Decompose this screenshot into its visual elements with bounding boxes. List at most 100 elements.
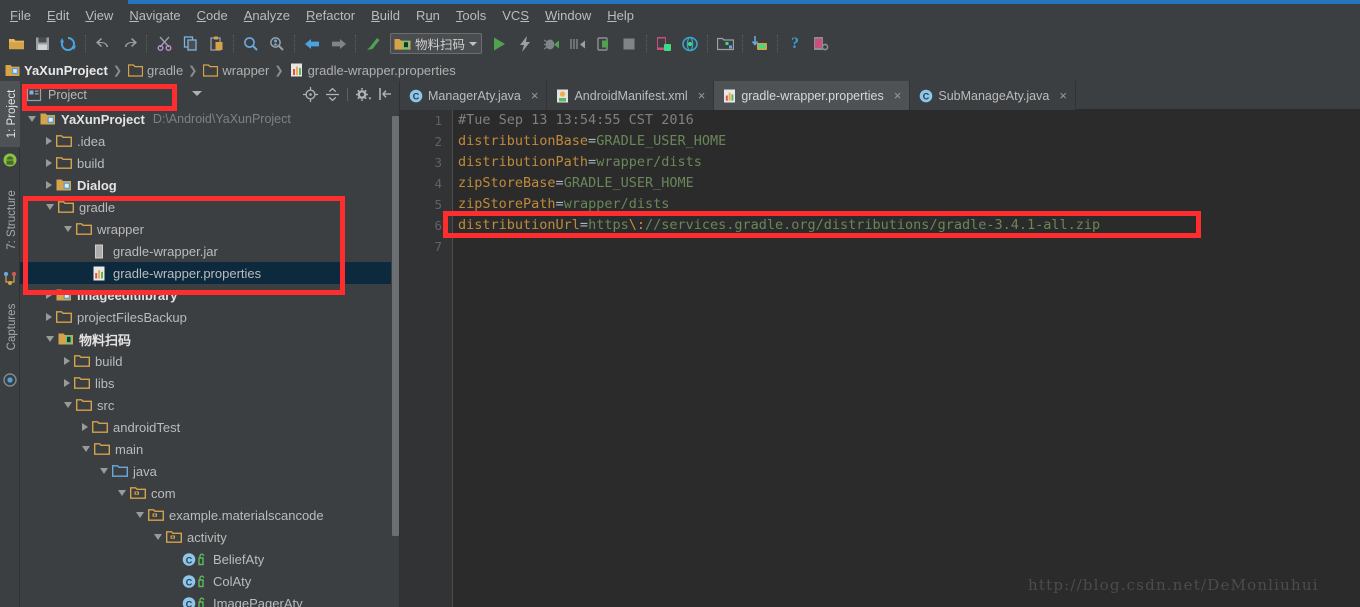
chevron-right-icon[interactable]: [64, 357, 70, 365]
code-line[interactable]: zipStorePath=wrapper/dists: [458, 194, 1360, 215]
step-icon[interactable]: [564, 31, 590, 56]
editor-tab-submanageaty-java[interactable]: C SubManageAty.java ×: [910, 81, 1076, 110]
tree-row[interactable]: projectFilesBackup: [20, 306, 400, 328]
chevron-down-icon[interactable]: [46, 336, 54, 342]
tree-row[interactable]: 物料扫码: [20, 328, 400, 350]
breadcrumb-item-yaxunproject[interactable]: YaXunProject: [5, 63, 108, 78]
code-line[interactable]: #Tue Sep 13 13:54:55 CST 2016: [458, 110, 1360, 131]
locate-icon[interactable]: [300, 84, 320, 104]
chevron-down-icon[interactable]: [469, 41, 478, 46]
attach-debugger-icon[interactable]: [590, 31, 616, 56]
tree-row[interactable]: C BeliefAty: [20, 548, 400, 570]
close-icon[interactable]: ×: [531, 89, 539, 102]
tree-row[interactable]: build: [20, 350, 400, 372]
close-icon[interactable]: ×: [1059, 89, 1067, 102]
tree-row[interactable]: imageeditlibrary: [20, 284, 400, 306]
tree-row[interactable]: gradle: [20, 196, 400, 218]
menu-item-run[interactable]: Run: [408, 5, 448, 27]
chevron-down-icon[interactable]: [82, 446, 90, 452]
code-line[interactable]: distributionUrl=https\://services.gradle…: [458, 215, 1360, 236]
chevron-down-icon[interactable]: [154, 534, 162, 540]
tree-row[interactable]: Dialog: [20, 174, 400, 196]
find-icon[interactable]: [238, 31, 264, 56]
chevron-down-icon[interactable]: [28, 116, 36, 122]
chevron-right-icon[interactable]: [46, 137, 52, 145]
menu-item-analyze[interactable]: Analyze: [236, 5, 298, 27]
scrollbar-thumb[interactable]: [392, 116, 399, 536]
close-icon[interactable]: ×: [894, 89, 902, 102]
chevron-right-icon[interactable]: [46, 181, 52, 189]
menu-item-code[interactable]: Code: [189, 5, 236, 27]
code-lines[interactable]: #Tue Sep 13 13:54:55 CST 2016 distributio…: [458, 110, 1360, 607]
menu-item-refactor[interactable]: Refactor: [298, 5, 363, 27]
tree-row-selected[interactable]: gradle-wrapper.properties: [20, 262, 400, 284]
menu-item-vcs[interactable]: VCS: [494, 5, 537, 27]
menu-item-navigate[interactable]: Navigate: [121, 5, 188, 27]
tool-window-project[interactable]: 1: Project: [6, 74, 18, 154]
close-icon[interactable]: ×: [698, 89, 706, 102]
tree-row[interactable]: com: [20, 482, 400, 504]
breadcrumb-item-gradle[interactable]: gradle: [128, 63, 183, 78]
code-line[interactable]: distributionBase=GRADLE_USER_HOME: [458, 131, 1360, 152]
find-structure-icon[interactable]: [264, 31, 290, 56]
menu-item-build[interactable]: Build: [363, 5, 408, 27]
paste-icon[interactable]: [203, 31, 229, 56]
collapse-all-icon[interactable]: [322, 84, 342, 104]
forward-icon[interactable]: [325, 31, 351, 56]
menu-item-file[interactable]: File: [2, 5, 39, 27]
debug-icon[interactable]: [538, 31, 564, 56]
menu-item-help[interactable]: Help: [599, 5, 642, 27]
code-line[interactable]: zipStoreBase=GRADLE_USER_HOME: [458, 173, 1360, 194]
chevron-right-icon[interactable]: [46, 291, 52, 299]
back-icon[interactable]: [299, 31, 325, 56]
menu-item-edit[interactable]: Edit: [39, 5, 77, 27]
editor-tab-androidmanifest-xml[interactable]: AndroidManifest.xml ×: [547, 81, 715, 110]
menu-item-tools[interactable]: Tools: [448, 5, 494, 27]
tool-window-captures[interactable]: Captures: [6, 287, 18, 367]
tree-row[interactable]: main: [20, 438, 400, 460]
breadcrumb-item-wrapper[interactable]: wrapper: [203, 63, 269, 78]
chevron-down-icon[interactable]: [64, 402, 72, 408]
tree-row[interactable]: example.materialscancode: [20, 504, 400, 526]
tree-row[interactable]: gradle-wrapper.jar: [20, 240, 400, 262]
code-line[interactable]: [458, 236, 1360, 257]
tree-row[interactable]: C ColAty: [20, 570, 400, 592]
menu-item-view[interactable]: View: [77, 5, 121, 27]
tree-row[interactable]: src: [20, 394, 400, 416]
tree-row[interactable]: wrapper: [20, 218, 400, 240]
sdk-manager-icon[interactable]: [677, 31, 703, 56]
apply-changes-icon[interactable]: [512, 31, 538, 56]
chevron-down-icon[interactable]: [136, 512, 144, 518]
tree-row[interactable]: build: [20, 152, 400, 174]
chevron-right-icon[interactable]: [46, 159, 52, 167]
chevron-right-icon[interactable]: [64, 379, 70, 387]
device-manager-icon[interactable]: [808, 31, 834, 56]
stop-icon[interactable]: [616, 31, 642, 56]
menu-item-window[interactable]: Window: [537, 5, 599, 27]
undo-icon[interactable]: [90, 31, 116, 56]
editor-tab-manageraty-java[interactable]: C ManagerAty.java ×: [400, 81, 548, 110]
tree-row[interactable]: .idea: [20, 130, 400, 152]
sync-gradle-icon[interactable]: [747, 31, 773, 56]
tree-row[interactable]: libs: [20, 372, 400, 394]
tree-row[interactable]: java: [20, 460, 400, 482]
project-structure-icon[interactable]: [712, 31, 738, 56]
tree-row[interactable]: YaXunProject D:\Android\YaXunProject: [20, 108, 400, 130]
chevron-right-icon[interactable]: [46, 313, 52, 321]
hide-panel-icon[interactable]: [375, 84, 395, 104]
redo-icon[interactable]: [116, 31, 142, 56]
run-icon[interactable]: [486, 31, 512, 56]
chevron-right-icon[interactable]: [82, 423, 88, 431]
code-line[interactable]: distributionPath=wrapper/dists: [458, 152, 1360, 173]
tree-row[interactable]: C ImagePagerAty: [20, 592, 400, 607]
tree-row[interactable]: activity: [20, 526, 400, 548]
chevron-down-icon[interactable]: [100, 468, 108, 474]
make-project-icon[interactable]: [360, 31, 386, 56]
open-folder-icon[interactable]: [3, 31, 29, 56]
code-editor[interactable]: 1 2 3 4 5 6 7 #Tue Sep 13 13:54:55 CST 2016 dis…: [400, 110, 1360, 607]
breadcrumb-item-gradle-wrapper-properties[interactable]: gradle-wrapper.properties: [290, 63, 456, 78]
run-configuration-selector[interactable]: 物料扫码: [390, 33, 483, 54]
tree-row[interactable]: androidTest: [20, 416, 400, 438]
sync-icon[interactable]: [55, 31, 81, 56]
avd-manager-icon[interactable]: [651, 31, 677, 56]
